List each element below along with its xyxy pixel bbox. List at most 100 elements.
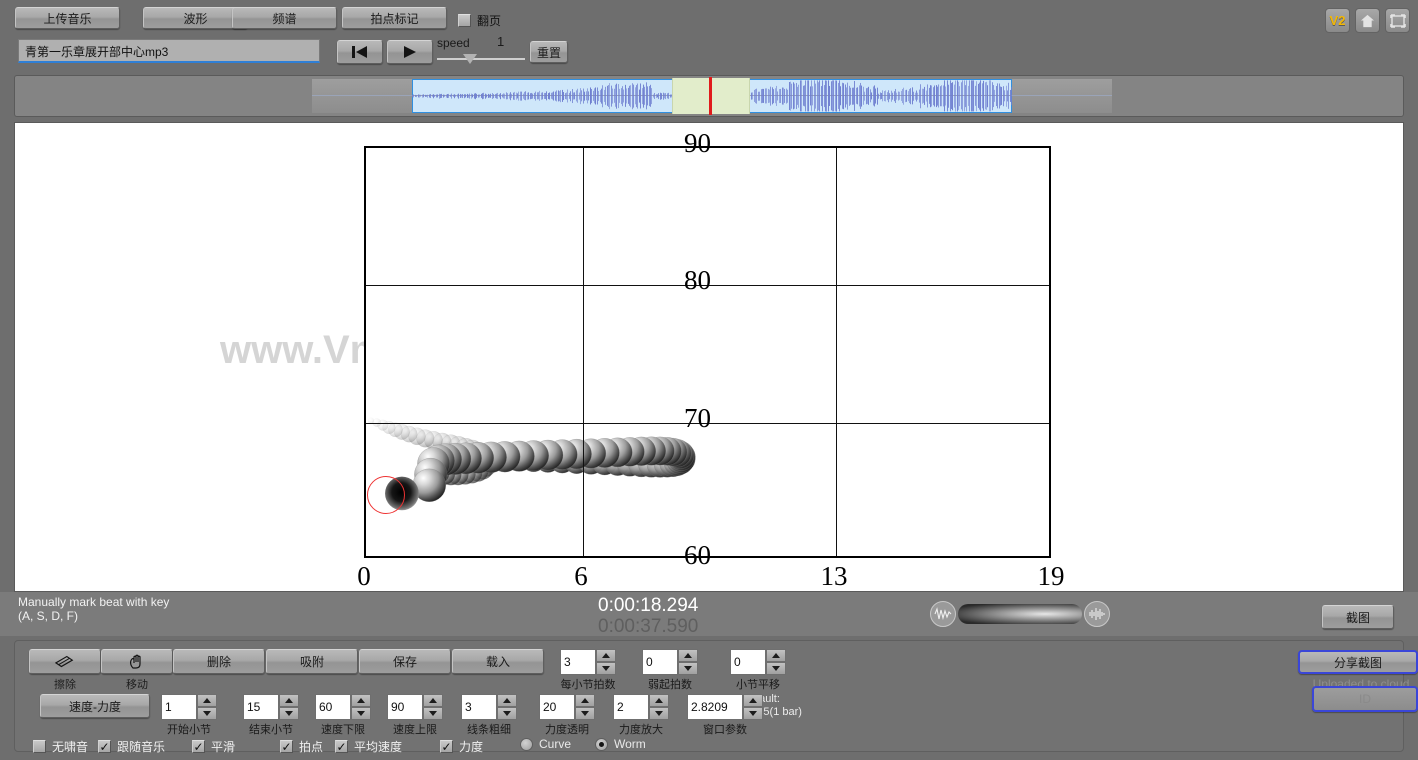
line-width-stepper[interactable]: [497, 694, 517, 720]
line-width-spinner[interactable]: 3: [461, 694, 517, 720]
checkbox-smooth[interactable]: ✓ 平滑: [192, 738, 235, 755]
tempo-min-decrement-button[interactable]: [351, 707, 371, 720]
bar-shift-spinner[interactable]: 0: [730, 649, 786, 675]
upload-music-button[interactable]: 上传音乐: [15, 7, 120, 29]
waveform-canvas[interactable]: [312, 77, 1112, 115]
end-bar-stepper[interactable]: [279, 694, 299, 720]
dynamics-gain-stepper[interactable]: [649, 694, 669, 720]
page-turn-checkbox-box[interactable]: [458, 14, 471, 27]
checkbox-no-overtone-box[interactable]: [33, 740, 46, 753]
checkbox-follow-music[interactable]: ✓ 跟随音乐: [98, 738, 165, 755]
load-button[interactable]: 载入: [452, 649, 544, 674]
tempo-min-stepper[interactable]: [351, 694, 371, 720]
save-button[interactable]: 保存: [359, 649, 451, 674]
checkbox-average-tempo-box[interactable]: ✓: [335, 740, 348, 753]
dynamics-gain-increment-button[interactable]: [649, 694, 669, 707]
line-width-input[interactable]: 3: [461, 694, 497, 720]
waveform-playhead[interactable]: [708, 77, 712, 115]
beats-per-bar-input[interactable]: 3: [560, 649, 596, 675]
pickup-beats-stepper[interactable]: [678, 649, 698, 675]
start-bar-decrement-button[interactable]: [197, 707, 217, 720]
window-param-input[interactable]: 2.8209: [687, 694, 743, 720]
checkbox-follow-music-box[interactable]: ✓: [98, 740, 111, 753]
checkbox-dynamics[interactable]: ✓ 力度: [440, 738, 483, 755]
dynamics-gain-input[interactable]: 2: [613, 694, 649, 720]
dynamics-alpha-increment-button[interactable]: [575, 694, 595, 707]
v2-icon[interactable]: V2: [1325, 8, 1350, 33]
window-param-spinner[interactable]: 2.8209: [687, 694, 763, 720]
radio-curve-button[interactable]: [520, 737, 533, 751]
checkbox-beats-box[interactable]: ✓: [280, 740, 293, 753]
end-bar-decrement-button[interactable]: [279, 707, 299, 720]
radio-worm-button[interactable]: [595, 737, 608, 751]
radio-curve[interactable]: Curve: [520, 737, 571, 751]
dynamics-alpha-input[interactable]: 20: [539, 694, 575, 720]
tempo-max-spinner[interactable]: 90: [387, 694, 443, 720]
tempo-min-increment-button[interactable]: [351, 694, 371, 707]
start-bar-increment-button[interactable]: [197, 694, 217, 707]
play-button[interactable]: [387, 40, 433, 64]
dynamics-gain-decrement-button[interactable]: [649, 707, 669, 720]
checkbox-no-overtone[interactable]: 无啸音: [33, 738, 88, 755]
beats-per-bar-spinner[interactable]: 3: [560, 649, 616, 675]
beat-mark-button[interactable]: 拍点标记: [342, 7, 447, 29]
snap-button[interactable]: 吸附: [266, 649, 358, 674]
pickup-beats-input[interactable]: 0: [642, 649, 678, 675]
dynamics-alpha-decrement-button[interactable]: [575, 707, 595, 720]
erase-tool-button[interactable]: [29, 649, 101, 674]
line-width-decrement-button[interactable]: [497, 707, 517, 720]
pickup-beats-decrement-button[interactable]: [678, 662, 698, 675]
fullscreen-icon[interactable]: [1385, 8, 1410, 33]
tempo-max-decrement-button[interactable]: [423, 707, 443, 720]
line-width-increment-button[interactable]: [497, 694, 517, 707]
speed-slider-group[interactable]: speed 1: [437, 34, 525, 64]
waveform-high-icon[interactable]: [1084, 601, 1110, 627]
tempo-max-stepper[interactable]: [423, 694, 443, 720]
volume-slider-group[interactable]: [930, 601, 1110, 628]
radio-worm[interactable]: Worm: [595, 737, 646, 751]
checkbox-dynamics-box[interactable]: ✓: [440, 740, 453, 753]
window-param-increment-button[interactable]: [743, 694, 763, 707]
dynamics-gain-spinner[interactable]: 2: [613, 694, 669, 720]
home-icon[interactable]: [1355, 8, 1380, 33]
volume-slider-track[interactable]: [958, 604, 1082, 624]
speed-slider-track[interactable]: [437, 58, 525, 60]
beats-per-bar-increment-button[interactable]: [596, 649, 616, 662]
spectrum-button[interactable]: 频谱: [232, 7, 337, 29]
waveform-low-icon[interactable]: [930, 601, 956, 627]
end-bar-increment-button[interactable]: [279, 694, 299, 707]
pickup-beats-increment-button[interactable]: [678, 649, 698, 662]
beats-per-bar-decrement-button[interactable]: [596, 662, 616, 675]
end-bar-input[interactable]: 15: [243, 694, 279, 720]
start-bar-input[interactable]: 1: [161, 694, 197, 720]
tempo-min-spinner[interactable]: 60: [315, 694, 371, 720]
plot-axes-area[interactable]: [364, 146, 1051, 558]
start-bar-stepper[interactable]: [197, 694, 217, 720]
pickup-beats-spinner[interactable]: 0: [642, 649, 698, 675]
tempo-max-increment-button[interactable]: [423, 694, 443, 707]
speed-slider-thumb[interactable]: [463, 54, 477, 64]
end-bar-spinner[interactable]: 15: [243, 694, 299, 720]
move-tool-button[interactable]: [101, 649, 173, 674]
dynamics-alpha-spinner[interactable]: 20: [539, 694, 595, 720]
window-param-stepper[interactable]: [743, 694, 763, 720]
checkbox-smooth-box[interactable]: ✓: [192, 740, 205, 753]
rewind-button[interactable]: [337, 40, 383, 64]
checkbox-average-tempo[interactable]: ✓ 平均速度: [335, 738, 402, 755]
tempo-dynamics-button[interactable]: 速度-力度: [40, 694, 150, 718]
share-screenshot-button[interactable]: 分享截图: [1298, 650, 1418, 674]
tempo-min-input[interactable]: 60: [315, 694, 351, 720]
bar-shift-increment-button[interactable]: [766, 649, 786, 662]
bar-shift-input[interactable]: 0: [730, 649, 766, 675]
window-param-decrement-button[interactable]: [743, 707, 763, 720]
bar-shift-decrement-button[interactable]: [766, 662, 786, 675]
dynamics-alpha-stepper[interactable]: [575, 694, 595, 720]
start-bar-spinner[interactable]: 1: [161, 694, 217, 720]
tempo-max-input[interactable]: 90: [387, 694, 423, 720]
waveform-overview-strip[interactable]: [14, 75, 1404, 117]
filename-field[interactable]: 青第一乐章展开部中心mp3: [18, 39, 320, 63]
capture-screenshot-button[interactable]: 截图: [1322, 605, 1394, 629]
delete-button[interactable]: 删除: [173, 649, 265, 674]
bar-shift-stepper[interactable]: [766, 649, 786, 675]
beats-per-bar-stepper[interactable]: [596, 649, 616, 675]
